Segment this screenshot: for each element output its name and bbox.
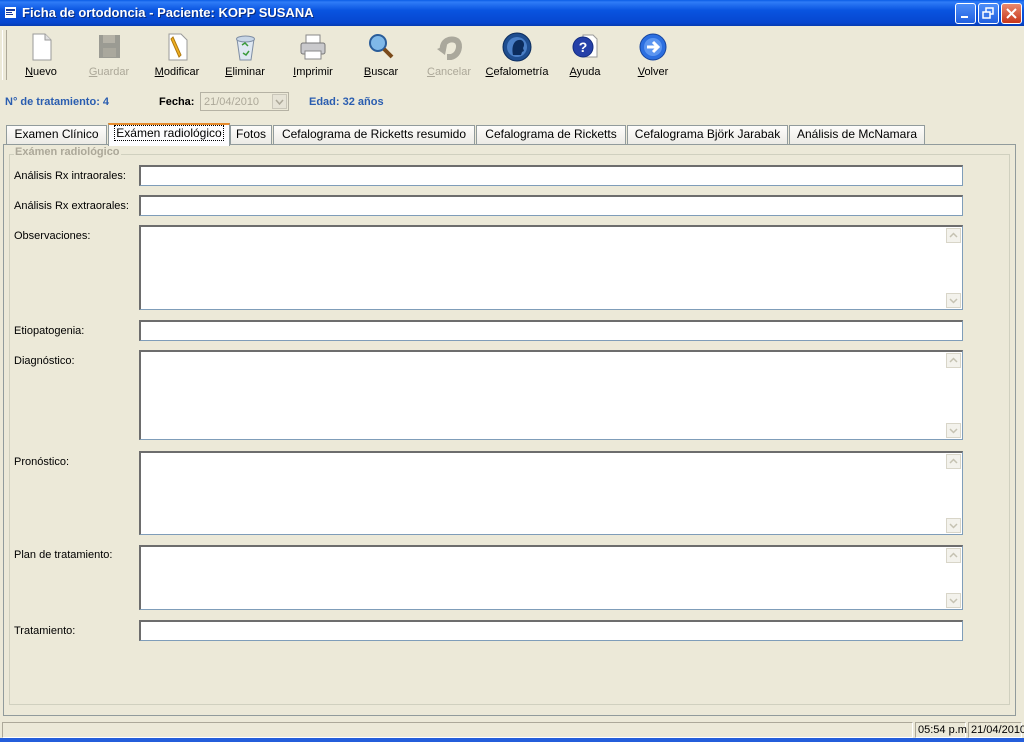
date-picker[interactable]: 21/04/2010 — [200, 92, 289, 111]
status-panel-main — [2, 722, 913, 738]
app-icon[interactable] — [4, 6, 17, 19]
help-button[interactable]: ? Ayuda — [553, 29, 617, 81]
treatment-plan-label: Plan de tratamiento: — [14, 549, 113, 561]
prognosis-textarea[interactable] — [139, 451, 963, 535]
recycle-bin-icon — [236, 35, 255, 61]
status-date: 21/04/2010 — [968, 722, 1024, 738]
patient-age: Edad: 32 años — [309, 96, 384, 108]
edit-pencil-icon — [168, 33, 188, 61]
cephalometry-button[interactable]: Cefalometría — [485, 29, 549, 81]
restore-button[interactable] — [978, 3, 999, 24]
date-value: 21/04/2010 — [204, 96, 260, 108]
tab-examen-clinico[interactable]: Examen Clínico — [6, 125, 107, 144]
search-magnifier-icon — [369, 34, 394, 59]
save-button[interactable]: Guardar — [77, 29, 141, 81]
minimize-button[interactable] — [955, 3, 976, 24]
treatment-input[interactable] — [139, 620, 963, 641]
etiopathogenesis-label: Etiopatogenia: — [14, 325, 85, 337]
prognosis-label: Pronóstico: — [14, 456, 70, 468]
modify-button[interactable]: Modificar — [145, 29, 209, 81]
tab-fotos[interactable]: Fotos — [230, 125, 272, 144]
scroll-down-icon[interactable] — [946, 293, 961, 308]
delete-button[interactable]: Eliminar — [213, 29, 277, 81]
observations-textarea[interactable] — [139, 225, 963, 310]
observations-scrollbar[interactable] — [945, 227, 962, 309]
scroll-down-icon[interactable] — [946, 423, 961, 438]
tab-cefalograma-bjork-jarabak[interactable]: Cefalograma Björk Jarabak — [627, 125, 788, 144]
etiopathogenesis-input[interactable] — [139, 320, 963, 341]
scroll-down-icon[interactable] — [946, 593, 961, 608]
window-title: Ficha de ortodoncia - Paciente: KOPP SUS… — [22, 5, 314, 20]
help-question-icon: ? — [572, 34, 598, 58]
tab-cefalograma-ricketts[interactable]: Cefalograma de Ricketts — [476, 125, 626, 144]
tab-cefalograma-ricketts-resumido[interactable]: Cefalograma de Ricketts resumido — [273, 125, 475, 144]
scroll-up-icon[interactable] — [946, 353, 961, 368]
close-icon — [1006, 8, 1017, 19]
scroll-up-icon[interactable] — [946, 228, 961, 243]
group-title: Exámen radiológico — [14, 146, 121, 158]
taskbar-edge — [0, 738, 1024, 742]
chevron-down-icon — [275, 99, 284, 106]
svg-text:?: ? — [579, 39, 588, 55]
date-label: Fecha: — [159, 96, 195, 108]
new-document-icon — [32, 33, 52, 61]
save-disk-icon — [99, 35, 120, 58]
treatment-label: Tratamiento: — [14, 625, 76, 637]
restore-icon — [982, 7, 994, 19]
treatment-plan-scrollbar[interactable] — [945, 547, 962, 609]
print-button[interactable]: Imprimir — [281, 29, 345, 81]
undo-arrow-icon — [437, 36, 462, 60]
scroll-up-icon[interactable] — [946, 454, 961, 469]
diagnosis-textarea[interactable] — [139, 350, 963, 440]
toolbar: Nuevo Guardar Modificar Eliminar Imprimi… — [0, 26, 1024, 84]
scroll-down-icon[interactable] — [946, 518, 961, 533]
tab-analisis-mcnamara[interactable]: Análisis de McNamara — [789, 125, 925, 144]
date-dropdown-button[interactable] — [272, 94, 287, 109]
treatment-plan-textarea[interactable] — [139, 545, 963, 610]
minimize-icon — [961, 16, 968, 18]
close-button[interactable] — [1001, 3, 1022, 24]
rx-intraoral-input[interactable] — [139, 165, 963, 186]
printer-icon — [300, 34, 326, 60]
tab-examen-radiologico[interactable]: Exámen radiológico — [108, 123, 230, 146]
rx-intraoral-label: Análisis Rx intraorales: — [14, 170, 126, 182]
forward-arrow-icon — [639, 33, 667, 61]
observations-label: Observaciones: — [14, 230, 91, 242]
rx-extraoral-input[interactable] — [139, 195, 963, 216]
title-bar: Ficha de ortodoncia - Paciente: KOPP SUS… — [0, 0, 1024, 26]
back-button[interactable]: Volver — [621, 29, 685, 81]
prognosis-scrollbar[interactable] — [945, 453, 962, 534]
scroll-up-icon[interactable] — [946, 548, 961, 563]
diagnosis-scrollbar[interactable] — [945, 352, 962, 439]
diagnosis-label: Diagnóstico: — [14, 355, 75, 367]
rx-extraoral-label: Análisis Rx extraorales: — [14, 200, 129, 212]
status-time: 05:54 p.m. — [915, 722, 970, 738]
treatment-number: N° de tratamiento: 4 — [5, 96, 110, 108]
search-button[interactable]: Buscar — [349, 29, 413, 81]
new-button[interactable]: Nuevo — [9, 29, 73, 81]
head-profile-icon — [502, 32, 532, 62]
toolbar-grip[interactable] — [2, 30, 7, 80]
cancel-button[interactable]: Cancelar — [417, 29, 481, 81]
